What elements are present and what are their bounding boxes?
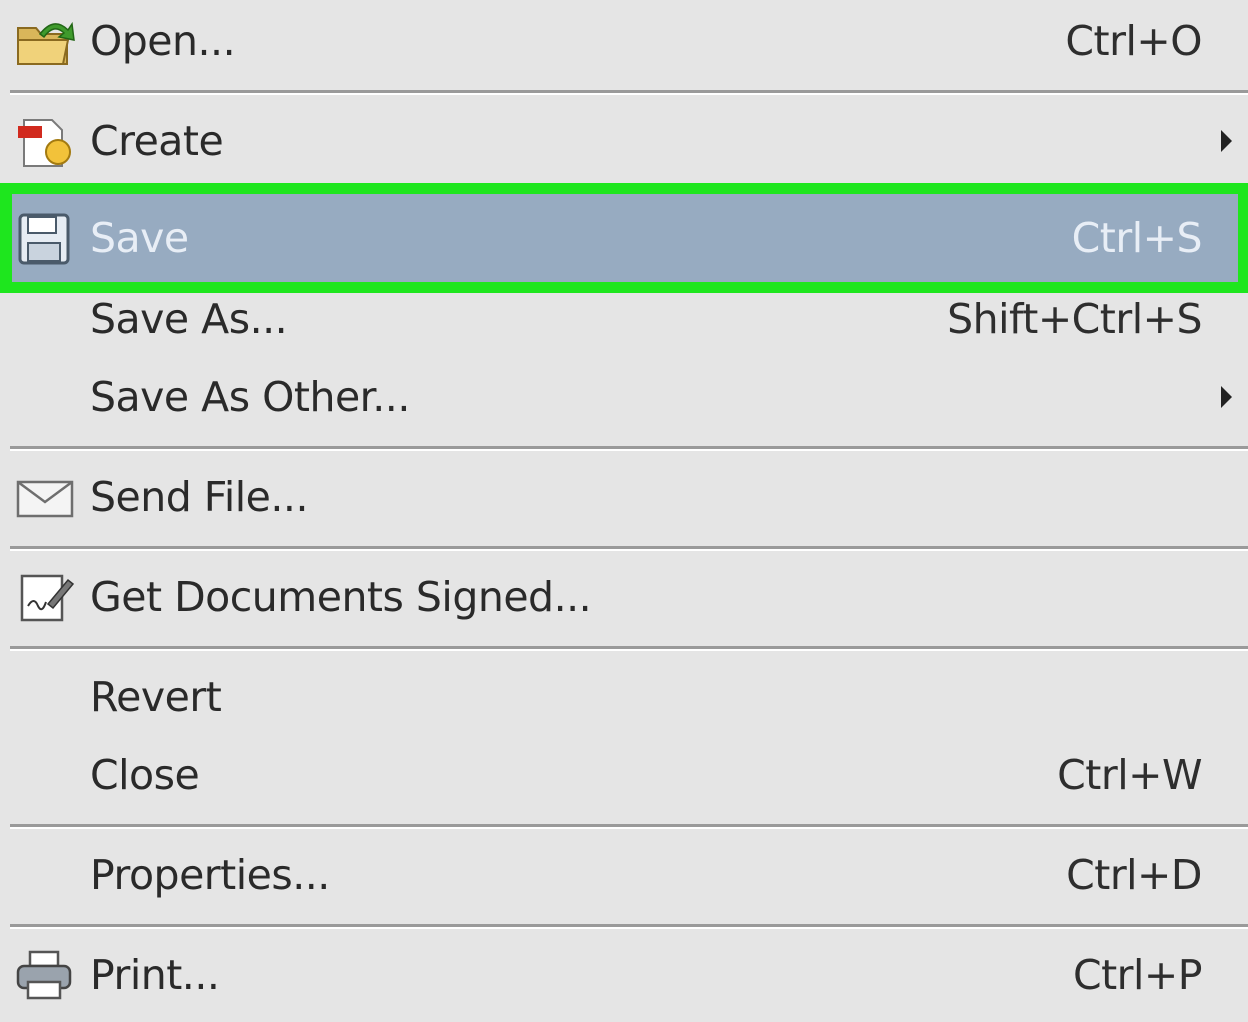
menu-item-label: Close	[90, 750, 200, 799]
menu-item-save-as-other[interactable]: Save As Other...	[0, 358, 1248, 436]
menu-item-shortcut: Ctrl+D	[1066, 850, 1202, 899]
menu-item-properties[interactable]: Properties... Ctrl+D	[0, 836, 1248, 914]
menu-item-label: Get Documents Signed...	[90, 572, 592, 621]
menu-item-shortcut: Ctrl+O	[1065, 16, 1202, 65]
menu-item-shortcut: Ctrl+P	[1072, 950, 1203, 999]
menu-separator	[10, 646, 1248, 651]
submenu-arrow-icon	[1221, 130, 1232, 152]
menu-item-print[interactable]: Print... Ctrl+P	[0, 936, 1248, 1014]
menu-item-get-documents-signed[interactable]: Get Documents Signed...	[0, 558, 1248, 636]
menu-item-label: Revert	[90, 672, 222, 721]
sign-document-icon	[12, 568, 76, 626]
menu-item-save[interactable]: Save Ctrl+S	[0, 199, 1248, 277]
menu-item-shortcut: Shift+Ctrl+S	[947, 294, 1202, 343]
envelope-icon	[12, 468, 76, 526]
menu-item-shortcut: Ctrl+W	[1057, 750, 1202, 799]
menu-item-revert[interactable]: Revert	[0, 658, 1248, 736]
menu-separator	[10, 546, 1248, 551]
menu-item-label: Print...	[90, 950, 220, 999]
menu-item-label: Open...	[90, 16, 236, 65]
menu-item-send-file[interactable]: Send File...	[0, 458, 1248, 536]
menu-separator	[10, 924, 1248, 929]
menu-item-label: Send File...	[90, 472, 309, 521]
create-pdf-icon	[12, 112, 76, 170]
menu-item-open[interactable]: Open... Ctrl+O	[0, 2, 1248, 80]
open-folder-icon	[12, 12, 76, 70]
menu-item-shortcut: Ctrl+S	[1071, 213, 1203, 262]
submenu-arrow-icon	[1221, 386, 1232, 408]
menu-item-label: Properties...	[90, 850, 330, 899]
menu-item-close[interactable]: Close Ctrl+W	[0, 736, 1248, 814]
menu-item-label: Save As...	[90, 294, 288, 343]
floppy-disk-icon	[12, 209, 76, 267]
menu-separator	[10, 90, 1248, 95]
printer-icon	[12, 946, 76, 1004]
menu-item-label: Create	[90, 116, 224, 165]
menu-separator	[10, 446, 1248, 451]
menu-separator	[10, 824, 1248, 829]
menu-item-label: Save	[90, 213, 189, 262]
menu-item-save-as[interactable]: Save As... Shift+Ctrl+S	[0, 280, 1248, 358]
menu-item-label: Save As Other...	[90, 372, 410, 421]
menu-item-create[interactable]: Create	[0, 102, 1248, 180]
file-menu: Open... Ctrl+O Create Save Ctrl+S Save A…	[0, 0, 1248, 1022]
